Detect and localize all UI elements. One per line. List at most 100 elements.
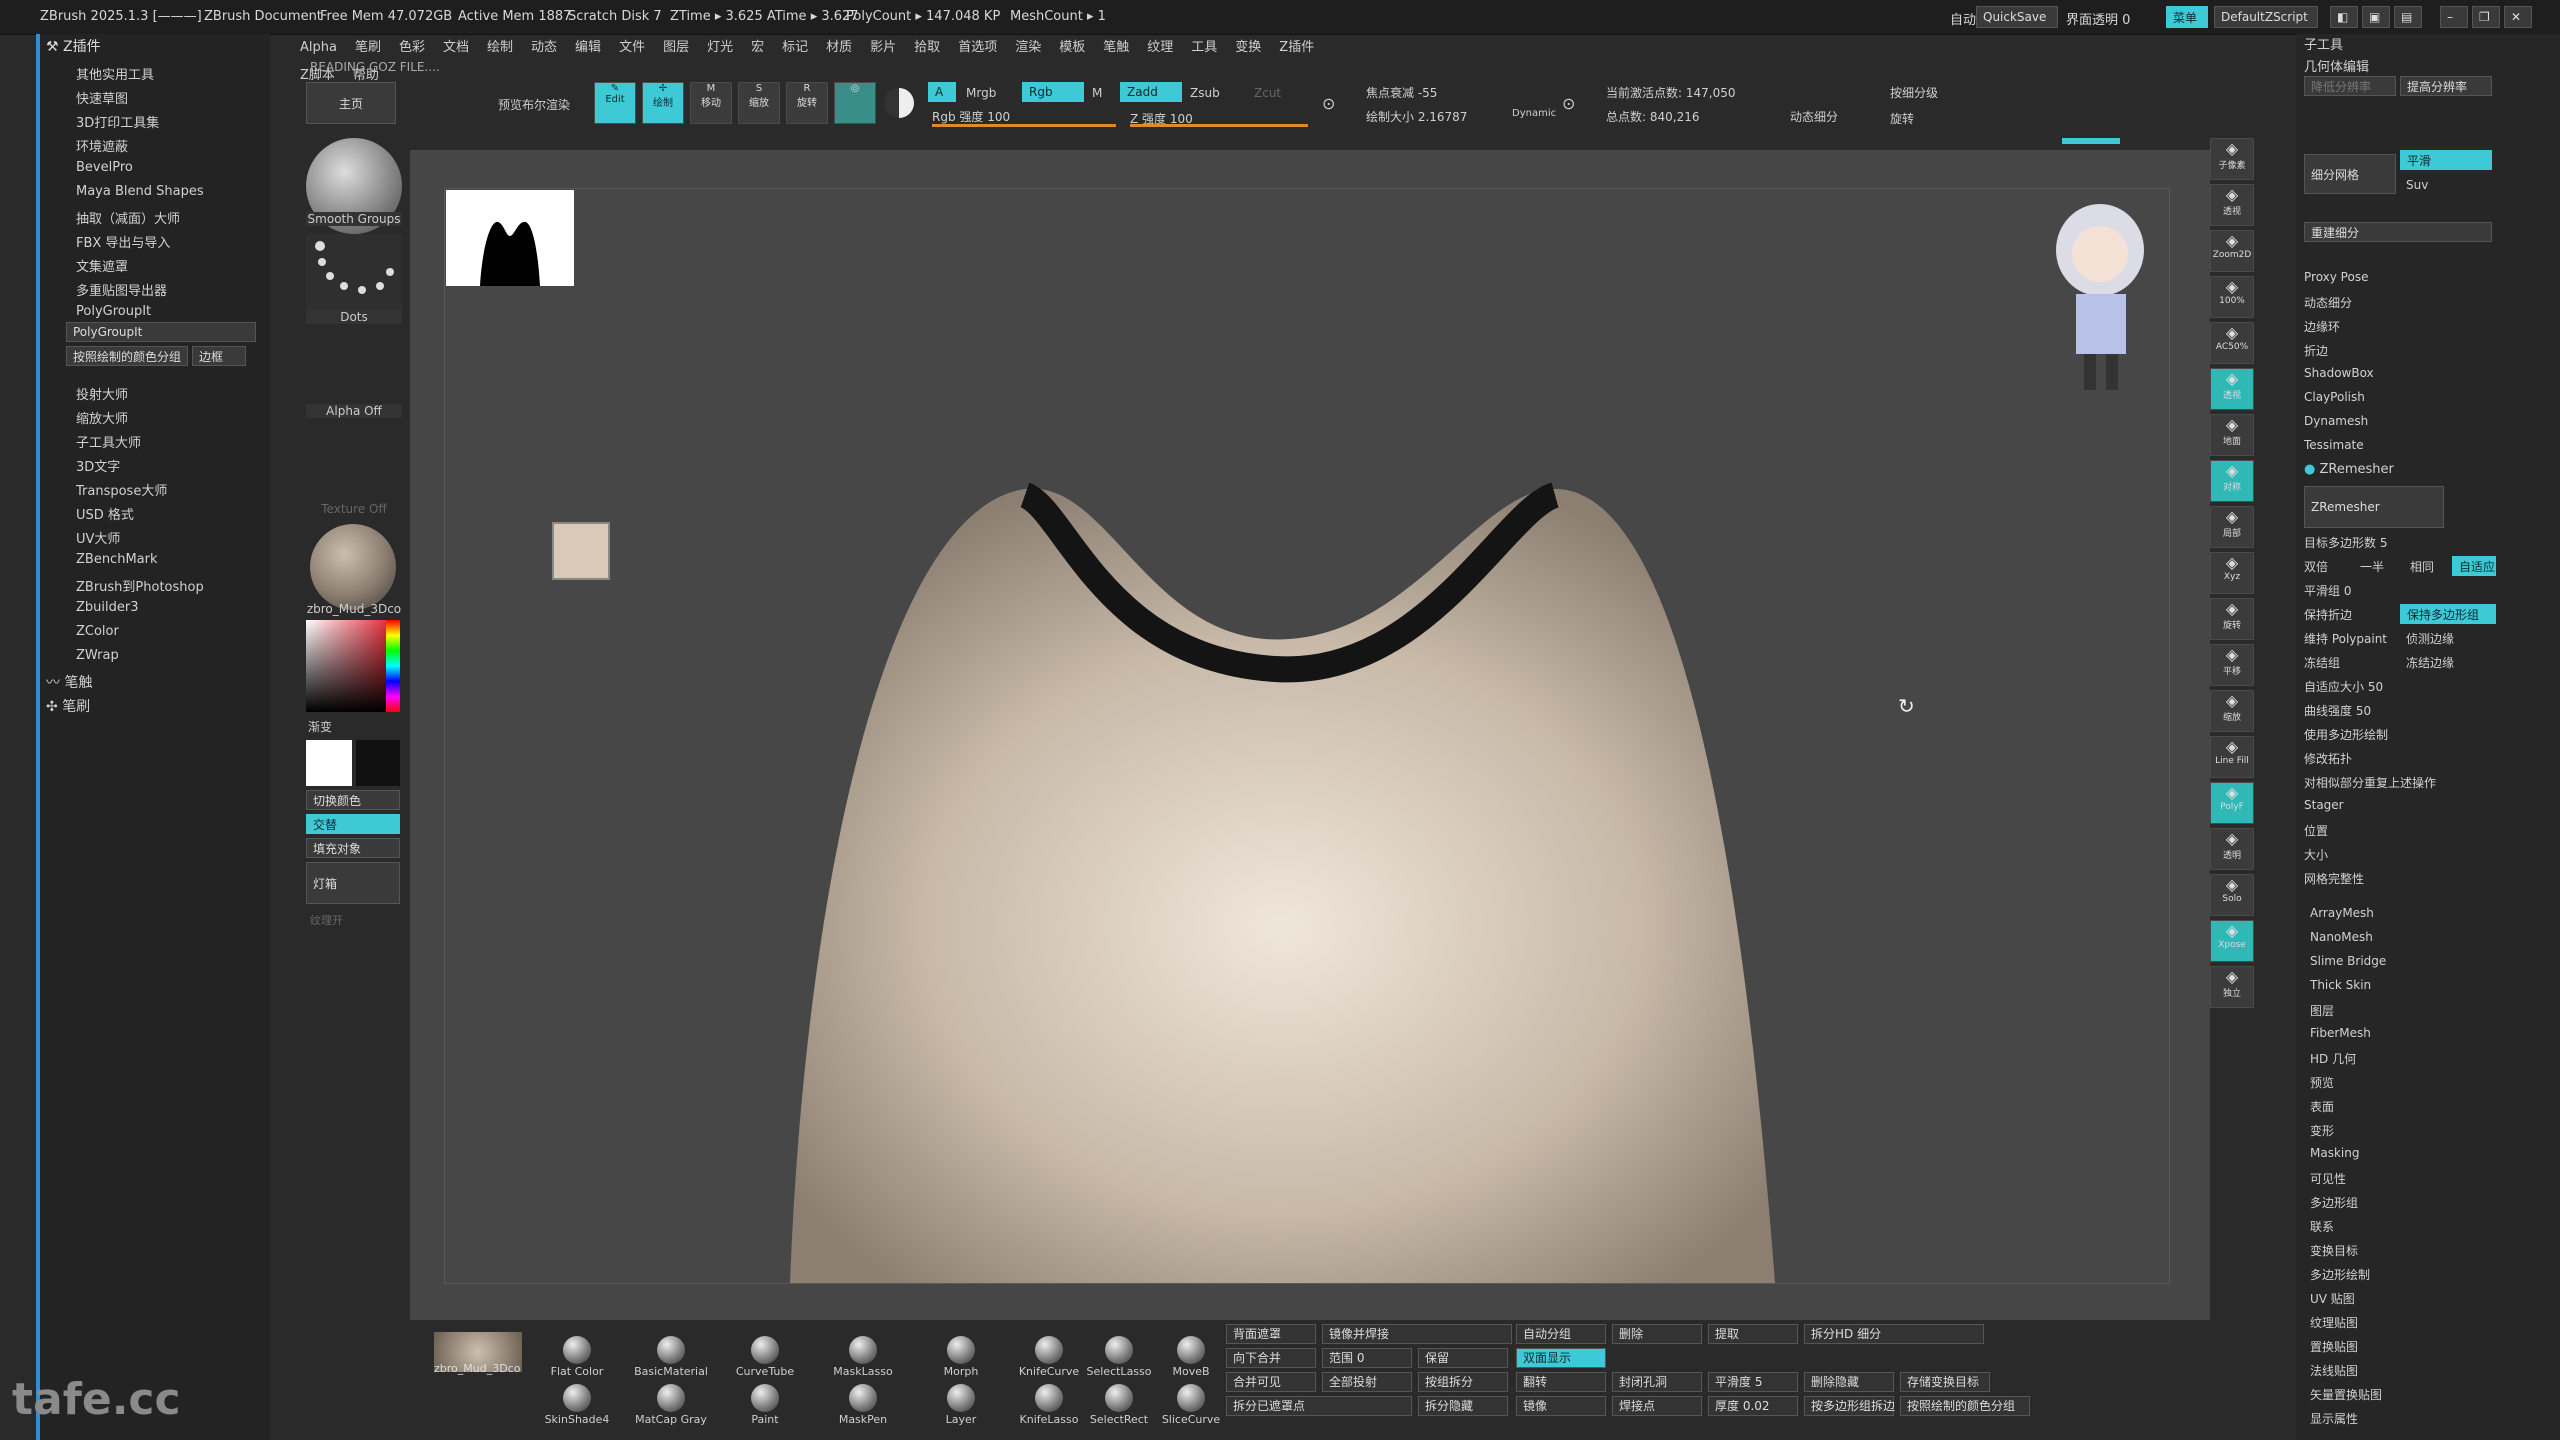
gradient-label[interactable]: 渐变	[308, 718, 332, 735]
geometry-action-button[interactable]: 存储变换目标	[1900, 1372, 1990, 1392]
d-icon[interactable]: ⊙	[1562, 94, 1575, 113]
menu-item[interactable]: 宏	[751, 34, 764, 62]
geometry-action-button[interactable]: 平滑度 5	[1708, 1372, 1798, 1392]
subpalette-item[interactable]: 变换目标	[2310, 1242, 2358, 1259]
view-control-button[interactable]: ◈ AC50%	[2210, 322, 2254, 364]
rgb-intensity-slider[interactable]: Rgb 强度 100	[932, 108, 1010, 125]
subpalette-item[interactable]: 法线贴图	[2310, 1362, 2358, 1379]
subpalette-item[interactable]: 联系	[2310, 1218, 2334, 1235]
plugin-item[interactable]: 子工具大师	[76, 432, 141, 451]
view-control-button[interactable]: ◈ 缩放	[2210, 690, 2254, 732]
draw-button[interactable]: ✢ 绘制	[642, 82, 684, 124]
floating-tool-thumbnail[interactable]	[552, 522, 610, 580]
geometry-action-button[interactable]: 提取	[1708, 1324, 1798, 1344]
menu-item[interactable]: 动态	[531, 34, 557, 62]
brush-item[interactable]: Flat Color	[532, 1336, 622, 1378]
reconstruct-subdiv-button[interactable]: 重建细分	[2304, 222, 2492, 242]
geometry-action-button[interactable]: 向下合并	[1226, 1348, 1316, 1368]
gizmo-icon[interactable]: ◎	[834, 82, 876, 124]
close-icon[interactable]: ✕	[2504, 6, 2532, 28]
zsub-button[interactable]: Zsub	[1190, 86, 1220, 100]
lightbox-button[interactable]: 灯箱	[306, 862, 400, 904]
plugin-item[interactable]: Zbuilder3	[76, 600, 139, 615]
brush-item[interactable]: MaskLasso	[818, 1336, 908, 1378]
menu-item[interactable]: 渲染	[1015, 34, 1041, 62]
geometry-section[interactable]: 几何体编辑	[2304, 56, 2369, 75]
subpalette-item[interactable]: 变形	[2310, 1122, 2334, 1139]
plugin-item[interactable]: Maya Blend Shapes	[76, 184, 204, 199]
menu-item[interactable]: 笔刷	[355, 34, 381, 62]
geometry-action-button[interactable]: 按照绘制的颜色分组	[1900, 1396, 2030, 1416]
modify-topology[interactable]: 修改拓扑	[2304, 750, 2352, 767]
view-control-button[interactable]: ◈ 独立	[2210, 966, 2254, 1008]
rgb-button[interactable]: Rgb	[1022, 82, 1084, 102]
menu-item[interactable]: 拾取	[914, 34, 940, 62]
view-control-button[interactable]: ◈ Line Fill	[2210, 736, 2254, 778]
material-thumbnail[interactable]	[310, 524, 396, 610]
zremesher-section[interactable]: ● ZRemesher	[2304, 462, 2394, 477]
subpalette-item[interactable]: 纹理贴图	[2310, 1314, 2358, 1331]
plugin-item[interactable]: 文集遮罩	[76, 256, 128, 275]
geometry-item[interactable]: 动态细分	[2304, 294, 2352, 311]
menu-item[interactable]: 首选项	[958, 34, 997, 62]
stroke-palette[interactable]: 〰 笔触	[46, 672, 92, 692]
brush-item[interactable]: Layer	[916, 1384, 1006, 1426]
subpalette-item[interactable]: Masking	[2310, 1146, 2359, 1160]
geometry-item[interactable]: Proxy Pose	[2304, 270, 2368, 284]
subpalette-item[interactable]: 显示属性	[2310, 1410, 2358, 1427]
view-control-button[interactable]: ◈ PolyF	[2210, 782, 2254, 824]
subpalette-item[interactable]: 预览	[2310, 1074, 2334, 1091]
alpha-thumbnail[interactable]	[306, 330, 402, 404]
stager[interactable]: Stager	[2304, 798, 2344, 812]
plugin-item[interactable]: PolyGroupIt	[76, 304, 151, 319]
geometry-action-button[interactable]: 合并可见	[1226, 1372, 1316, 1392]
plugin-item[interactable]: 环境遮蔽	[76, 136, 128, 155]
menu-item[interactable]: 变换	[1235, 34, 1261, 62]
draw-size-slider[interactable]: 绘制大小 2.16787	[1366, 108, 1467, 125]
keep-groups-toggle[interactable]: 保持多边形组	[2400, 604, 2496, 624]
brush-item[interactable]: SliceCurve	[1146, 1384, 1236, 1426]
higher-res-button[interactable]: 提高分辨率	[2400, 76, 2492, 96]
subpalette-item[interactable]: 可见性	[2310, 1170, 2346, 1187]
brush-item[interactable]: MaskPen	[818, 1384, 908, 1426]
plugin-item[interactable]: ZColor	[76, 624, 119, 639]
menu-item[interactable]: 文档	[443, 34, 469, 62]
menu-item[interactable]: 标记	[782, 34, 808, 62]
geometry-action-button[interactable]: 范围 0	[1322, 1348, 1412, 1368]
smooth-subdiv-slider[interactable]: 按细分级	[1890, 84, 1938, 101]
brush-item[interactable]: Paint	[720, 1384, 810, 1426]
menu-item[interactable]: Alpha	[300, 34, 337, 62]
double-button[interactable]: 双倍	[2304, 558, 2328, 575]
view-control-button[interactable]: ◈ 对称	[2210, 460, 2254, 502]
home-button[interactable]: 主页	[306, 82, 396, 124]
view-control-button[interactable]: ◈ 旋转	[2210, 598, 2254, 640]
view-control-button[interactable]: ◈ Solo	[2210, 874, 2254, 916]
adaptive-size-slider[interactable]: 自适应大小 50	[2304, 678, 2383, 695]
plugin-item[interactable]: 其他实用工具	[76, 64, 154, 83]
menu-item[interactable]: 工具	[1191, 34, 1217, 62]
menu-item[interactable]: 纹理	[1147, 34, 1173, 62]
target-polycount-slider[interactable]: 目标多边形数 5	[2304, 534, 2387, 551]
plugin-item[interactable]: Transpose大师	[76, 480, 167, 499]
brush-item[interactable]: BasicMaterial	[626, 1336, 716, 1378]
subpalette-item[interactable]: 多边形绘制	[2310, 1266, 2370, 1283]
menu-item[interactable]: 绘制	[487, 34, 513, 62]
texture-thumbnail[interactable]	[306, 426, 402, 500]
smooth-groups-slider[interactable]: 平滑组 0	[2304, 582, 2351, 599]
plugin-item[interactable]: ZBrush到Photoshop	[76, 576, 204, 595]
plugin-item[interactable]: 缩放大师	[76, 408, 128, 427]
geometry-action-button[interactable]: 按多边形组拆边	[1804, 1396, 1895, 1416]
group-by-color-button[interactable]: 按照绘制的颜色分组	[66, 346, 188, 366]
geometry-action-button[interactable]: 全部投射	[1322, 1372, 1412, 1392]
subpalette-item[interactable]: Slime Bridge	[2310, 954, 2386, 968]
ui-transparency[interactable]: 界面透明 0	[2066, 9, 2130, 28]
geometry-action-button[interactable]: 自动分组	[1516, 1324, 1606, 1344]
geometry-action-button[interactable]: 拆分HD 细分	[1804, 1324, 1984, 1344]
adaptive-button[interactable]: 自适应	[2452, 556, 2496, 576]
geometry-item[interactable]: ShadowBox	[2304, 366, 2374, 380]
layout-icon[interactable]: ▣	[2362, 6, 2390, 28]
m-button[interactable]: M	[1092, 86, 1102, 100]
plugin-item[interactable]: UV大师	[76, 528, 120, 547]
zcut-button[interactable]: Zcut	[1254, 86, 1281, 100]
brush-item[interactable]: CurveTube	[720, 1336, 810, 1378]
